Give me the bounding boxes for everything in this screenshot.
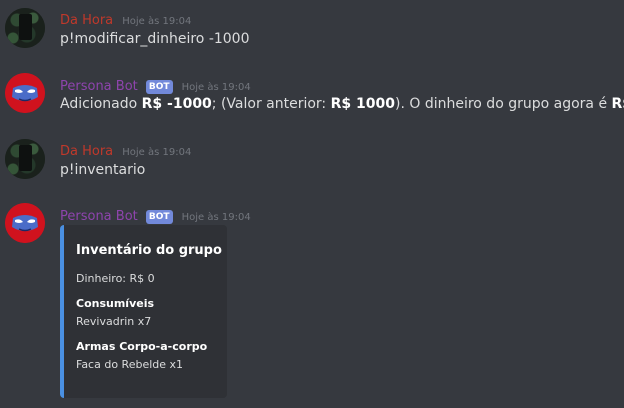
- message-text: p!inventario: [60, 162, 146, 178]
- embed-description: Dinheiro: R$ 0: [76, 272, 155, 285]
- user-avatar[interactable]: [5, 139, 45, 179]
- embed-field-value: Revivadrin x7: [76, 315, 152, 328]
- message-header: Da Hora Hoje às 19:04: [60, 140, 191, 159]
- user-avatar[interactable]: [5, 8, 45, 48]
- message-text: p!modificar_dinheiro -1000: [60, 31, 250, 47]
- bold-amount: R$ -1000: [141, 96, 212, 112]
- inventory-embed: Inventário do grupo Dinheiro: R$ 0 Consu…: [60, 225, 227, 398]
- timestamp: Hoje às 19:04: [181, 82, 251, 93]
- bot-badge: BOT: [145, 80, 173, 94]
- message-header: Persona Bot BOT Hoje às 19:04: [60, 205, 251, 225]
- bot-badge: BOT: [145, 210, 173, 224]
- author-name[interactable]: Persona Bot: [60, 79, 138, 94]
- author-name[interactable]: Da Hora: [60, 13, 113, 28]
- timestamp: Hoje às 19:04: [122, 147, 192, 158]
- embed-title: Inventário do grupo: [76, 243, 222, 258]
- message-header: Da Hora Hoje às 19:04: [60, 9, 191, 28]
- message-text: Adicionado R$ -1000; (Valor anterior: R$…: [60, 96, 624, 112]
- bold-amount: R$ 0: [611, 96, 624, 112]
- embed-field-value: Faca do Rebelde x1: [76, 358, 184, 371]
- timestamp: Hoje às 19:04: [181, 212, 251, 223]
- author-name[interactable]: Persona Bot: [60, 209, 138, 224]
- mask-icon: [5, 73, 45, 113]
- message-header: Persona Bot BOT Hoje às 19:04: [60, 75, 251, 95]
- bot-avatar[interactable]: [5, 203, 45, 243]
- author-name[interactable]: Da Hora: [60, 144, 113, 159]
- text-segment: ; (Valor anterior:: [211, 96, 331, 112]
- bold-amount: R$ 1000: [330, 96, 395, 112]
- embed-field-name: Consumíveis: [76, 297, 155, 310]
- embed-field-name: Armas Corpo-a-corpo: [76, 340, 208, 353]
- text-segment: Adicionado: [60, 96, 142, 112]
- mask-icon: [5, 203, 45, 243]
- bot-avatar[interactable]: [5, 73, 45, 113]
- timestamp: Hoje às 19:04: [122, 16, 192, 27]
- text-segment: ). O dinheiro do grupo agora é: [394, 96, 612, 112]
